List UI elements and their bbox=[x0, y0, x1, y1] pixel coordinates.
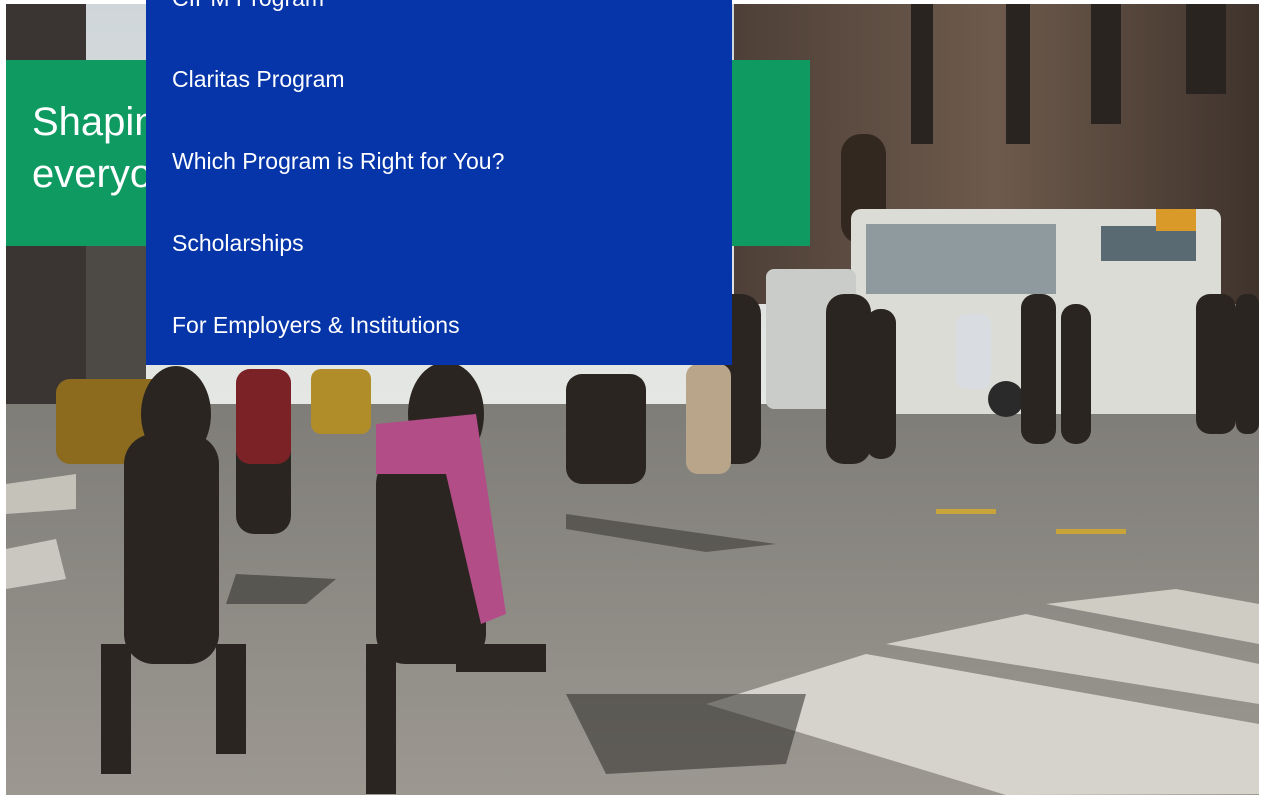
menu-item-cipm-program[interactable]: CIPM Program bbox=[172, 0, 324, 13]
menu-item-employers-institutions[interactable]: For Employers & Institutions bbox=[172, 310, 460, 340]
programs-dropdown-menu: CIPM Program Claritas Program Which Prog… bbox=[146, 0, 732, 365]
menu-item-which-program[interactable]: Which Program is Right for You? bbox=[172, 146, 504, 176]
menu-item-scholarships[interactable]: Scholarships bbox=[172, 228, 304, 258]
menu-item-claritas-program[interactable]: Claritas Program bbox=[172, 64, 345, 94]
